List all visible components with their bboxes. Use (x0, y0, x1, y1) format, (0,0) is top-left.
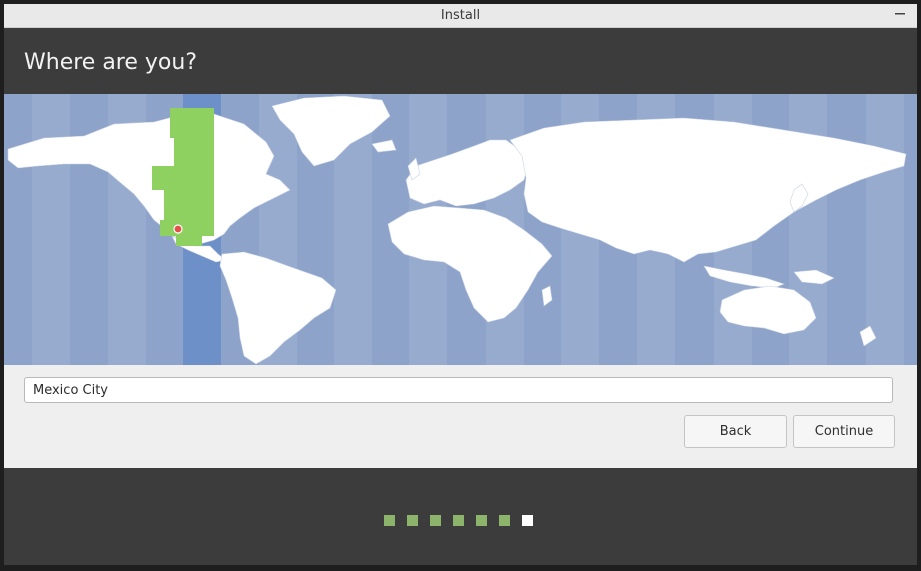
progress-step (407, 515, 418, 526)
location-panel: Back Continue (4, 365, 917, 468)
continue-button[interactable]: Continue (793, 415, 895, 448)
location-input[interactable] (24, 377, 893, 403)
south-america (219, 251, 337, 365)
iceland (371, 139, 397, 153)
progress-step (499, 515, 510, 526)
location-marker[interactable] (173, 224, 183, 234)
page-header: Where are you? (4, 28, 917, 94)
progress-step (476, 515, 487, 526)
minimize-icon[interactable] (893, 6, 907, 20)
progress-steps (384, 515, 533, 526)
title-bar: Install (4, 4, 917, 28)
world-map[interactable] (4, 94, 917, 365)
progress-step (453, 515, 464, 526)
back-button[interactable]: Back (684, 415, 787, 448)
progress-step (384, 515, 395, 526)
madagascar (541, 285, 553, 307)
timezone-map[interactable] (4, 94, 917, 365)
progress-step (430, 515, 441, 526)
progress-footer (4, 468, 917, 565)
window-title: Install (440, 8, 481, 23)
installer-window: Install Where are you? Mexico City Back … (4, 4, 917, 565)
page-title: Where are you? (24, 50, 197, 75)
progress-step-current (522, 515, 533, 526)
